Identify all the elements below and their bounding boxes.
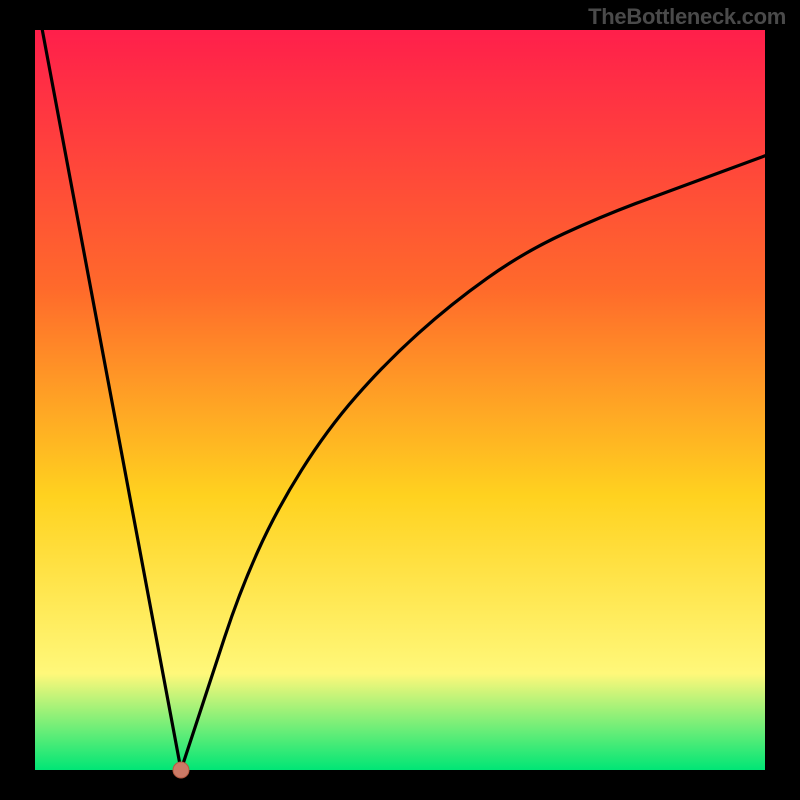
bottleneck-chart [0, 0, 800, 800]
chart-frame: TheBottleneck.com [0, 0, 800, 800]
plot-area [35, 30, 765, 770]
watermark-text: TheBottleneck.com [588, 4, 786, 30]
optimum-point [173, 762, 189, 778]
